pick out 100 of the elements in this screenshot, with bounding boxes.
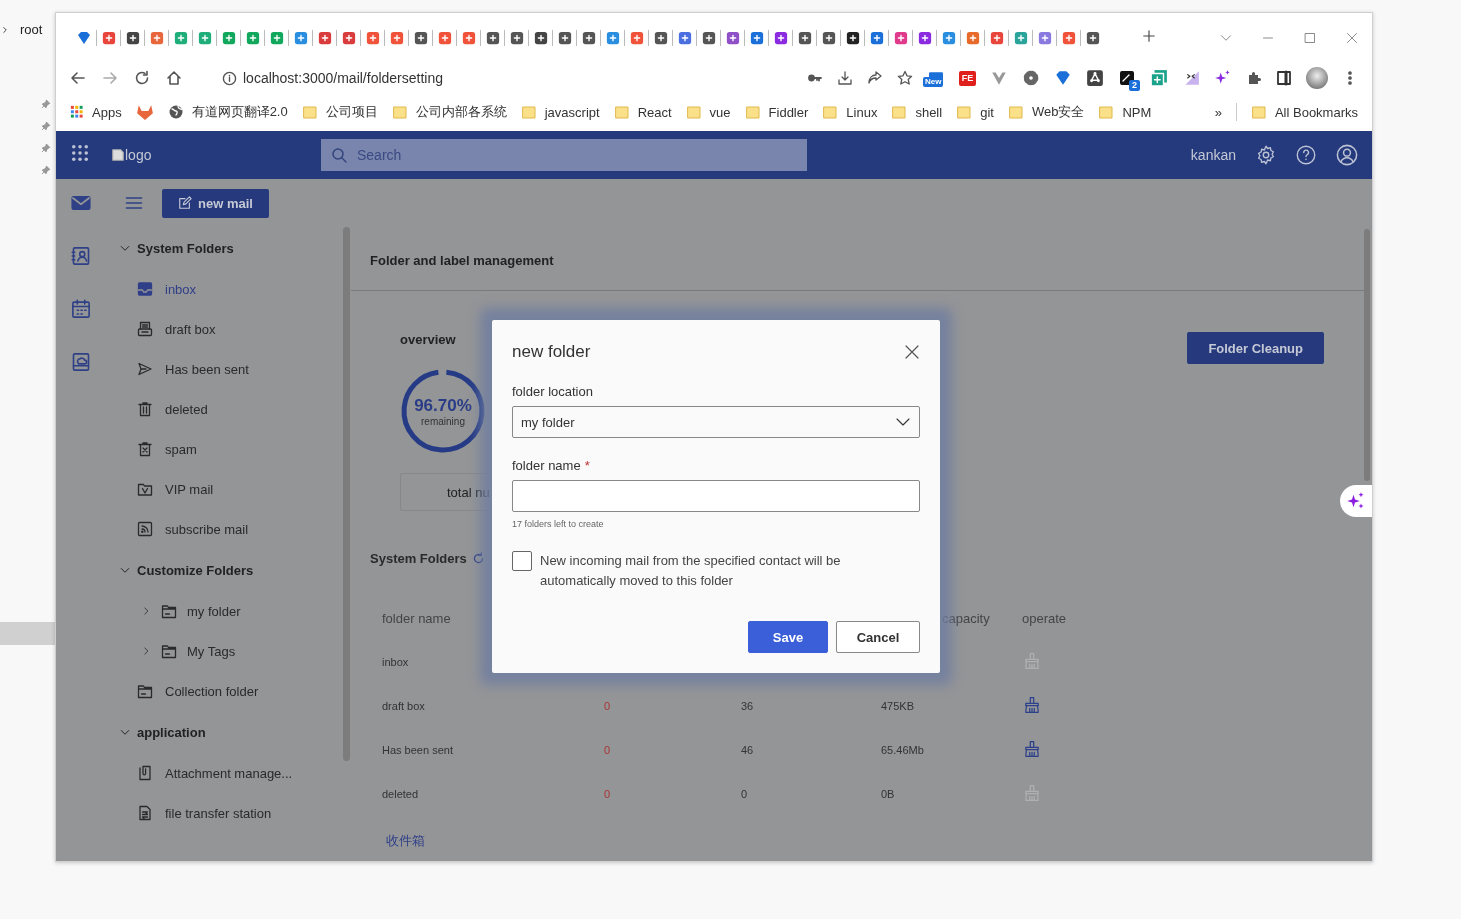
location-dropdown[interactable]: my folder (512, 406, 920, 438)
bookmark[interactable]: Linux (822, 104, 878, 120)
bookmark[interactable]: Web安全 (1007, 103, 1085, 121)
extension-icon[interactable]: FE (959, 70, 976, 86)
forward-icon[interactable] (102, 70, 118, 86)
bookmark[interactable]: 有道网页翻译2.0 (167, 103, 288, 121)
more-bookmarks[interactable]: » (1214, 104, 1222, 120)
tab-icon[interactable] (821, 31, 836, 45)
tab-icon[interactable] (917, 31, 932, 45)
tab-icon[interactable] (413, 31, 428, 45)
settings-icon[interactable] (1256, 145, 1276, 165)
pin-icon[interactable] (41, 143, 51, 153)
tab-icon[interactable] (533, 31, 548, 45)
folder-item[interactable]: file transfer station (106, 793, 351, 833)
chevron-down-icon[interactable] (1220, 32, 1232, 44)
table-cell: 0 (604, 700, 611, 712)
folder-item[interactable]: subscribe mail (106, 509, 351, 549)
scrollbar[interactable] (343, 227, 350, 761)
folder-item[interactable]: my folder (106, 591, 351, 631)
required-mark: * (584, 458, 590, 473)
section-header[interactable]: application (106, 711, 351, 753)
profile-avatar[interactable] (1306, 67, 1328, 89)
pin-icon[interactable] (41, 121, 51, 131)
tab-icon[interactable] (845, 31, 860, 45)
bookmark[interactable]: shell (891, 104, 943, 120)
back-icon[interactable] (70, 70, 86, 86)
bookmark[interactable]: javascript (520, 104, 600, 120)
tab-icon[interactable] (581, 31, 596, 45)
bookmark[interactable]: 公司项目 (301, 103, 378, 121)
scrollbar[interactable] (1364, 229, 1370, 481)
folder-item[interactable]: spam (106, 429, 351, 469)
pin-icon[interactable] (41, 165, 51, 175)
new-mail-button[interactable]: new mail (162, 188, 269, 218)
new-tab-icon[interactable] (1142, 29, 1156, 43)
user-icon[interactable] (1336, 144, 1358, 166)
tab-icon[interactable] (653, 31, 668, 45)
folder-item[interactable]: Collection folder (106, 671, 351, 711)
folder-item[interactable]: My Tags (106, 631, 351, 671)
user-name[interactable]: kankan (1190, 147, 1236, 163)
breadcrumb[interactable]: root (20, 22, 43, 37)
reload-icon[interactable] (134, 70, 150, 86)
puzzle-icon[interactable] (1246, 70, 1262, 86)
extension-icon[interactable] (1022, 69, 1040, 87)
section-header[interactable]: Customize Folders (106, 549, 351, 591)
install-icon[interactable] (837, 70, 853, 86)
extension-icon[interactable] (1086, 69, 1104, 87)
maximize-icon[interactable] (1304, 32, 1316, 44)
address-bar[interactable]: localhost:3000/mail/foldersetting (243, 70, 443, 86)
folder-cleanup-button[interactable]: Folder Cleanup (1187, 332, 1324, 364)
tab-icon[interactable] (509, 31, 524, 45)
app-grid-icon[interactable] (70, 143, 90, 163)
help-icon[interactable] (1296, 145, 1316, 165)
folder-name-field[interactable] (512, 480, 920, 512)
contacts-icon[interactable] (71, 246, 91, 266)
close-icon[interactable] (1346, 32, 1358, 44)
extension-icon[interactable] (1054, 69, 1072, 87)
diamond-icon[interactable] (76, 30, 92, 46)
bookmark[interactable]: Apps (70, 104, 122, 120)
square-icon (1119, 70, 1135, 86)
folder-item[interactable]: Attachment manage... (106, 753, 351, 793)
side-panel-icon[interactable] (1276, 70, 1292, 86)
star-icon[interactable] (897, 70, 913, 86)
home-icon[interactable] (166, 70, 182, 86)
save-button[interactable]: Save (748, 621, 828, 653)
broom-icon[interactable] (1023, 696, 1041, 714)
bookmark[interactable]: React (613, 104, 672, 120)
folder-icon (391, 104, 408, 120)
folder-item[interactable]: VIP mail (106, 469, 351, 509)
bookmark[interactable]: Fiddler (744, 104, 809, 120)
cancel-button[interactable]: Cancel (836, 621, 920, 653)
folder-item[interactable]: deleted (106, 389, 351, 429)
assistant-button[interactable] (1340, 485, 1372, 517)
bookmark[interactable]: 公司内部各系统 (391, 103, 507, 121)
bookmark[interactable]: All Bookmarks (1250, 104, 1358, 120)
tab-icon[interactable] (125, 31, 140, 45)
calendar-icon[interactable] (71, 299, 91, 319)
search-field[interactable]: Search (321, 139, 807, 171)
tab-icon[interactable] (797, 31, 812, 45)
folder-item[interactable]: Has been sent (106, 349, 351, 389)
tab-icon[interactable] (485, 31, 500, 45)
tab-icon[interactable] (1085, 31, 1100, 45)
tab-icon[interactable] (773, 31, 788, 45)
mail-icon[interactable] (71, 193, 91, 213)
bookmark[interactable]: git (956, 104, 994, 120)
cloud-drive-icon[interactable] (71, 352, 91, 372)
inbox-link[interactable]: 收件箱 (386, 832, 1372, 850)
pin-icon[interactable] (41, 99, 51, 109)
checkbox[interactable] (512, 551, 532, 571)
info-icon[interactable] (222, 70, 237, 86)
folder-item[interactable]: draft box (106, 309, 351, 349)
section-header[interactable]: System Folders (106, 227, 351, 269)
share-icon[interactable] (867, 70, 883, 86)
bookmark[interactable]: vue (685, 104, 731, 120)
rss-icon (137, 521, 153, 537)
tab-icon[interactable] (701, 31, 716, 45)
close-button[interactable] (904, 344, 920, 360)
bookmark[interactable]: NPM (1098, 104, 1152, 120)
tab-icon[interactable] (557, 31, 572, 45)
broom-icon[interactable] (1023, 740, 1041, 758)
refresh-icon[interactable] (471, 552, 485, 565)
